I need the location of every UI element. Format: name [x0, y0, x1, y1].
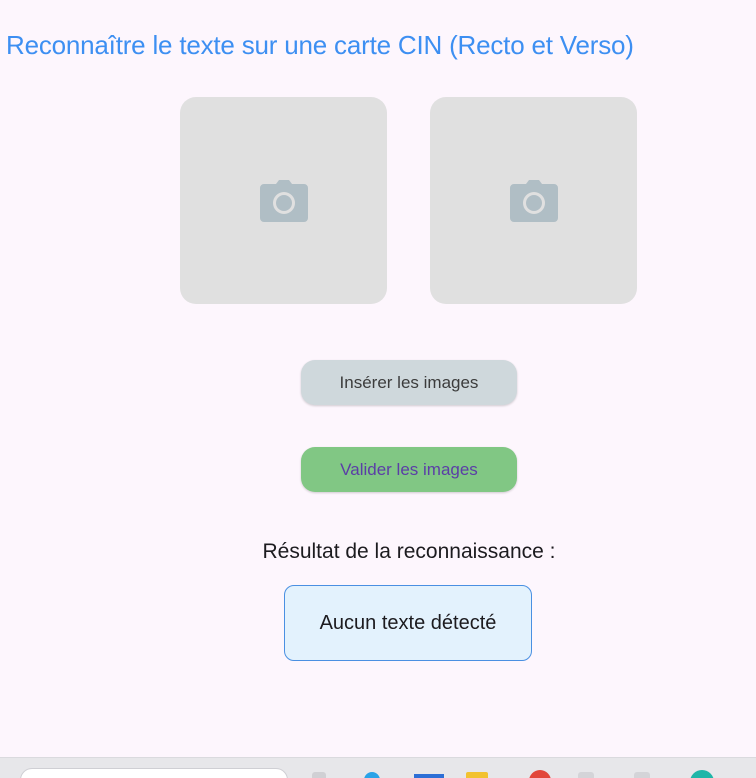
store-icon[interactable] [414, 774, 444, 778]
app-icon[interactable] [578, 772, 594, 778]
file-explorer-icon[interactable] [466, 772, 488, 778]
camera-icon [259, 179, 308, 222]
app-icon[interactable] [634, 772, 650, 778]
result-text-box: Aucun texte détecté [284, 585, 532, 661]
page-title: Reconnaître le texte sur une carte CIN (… [6, 30, 634, 60]
result-heading: Résultat de la reconnaissance : [262, 540, 556, 563]
os-taskbar [0, 757, 756, 778]
result-text: Aucun texte détecté [319, 611, 497, 634]
edge-icon[interactable] [364, 772, 380, 778]
recto-image-picker[interactable] [180, 97, 387, 304]
task-view-icon[interactable] [312, 772, 326, 778]
verso-image-picker[interactable] [430, 97, 637, 304]
validate-images-button[interactable]: Valider les images [301, 447, 517, 492]
camera-icon [509, 179, 558, 222]
insert-images-button[interactable]: Insérer les images [301, 360, 517, 405]
